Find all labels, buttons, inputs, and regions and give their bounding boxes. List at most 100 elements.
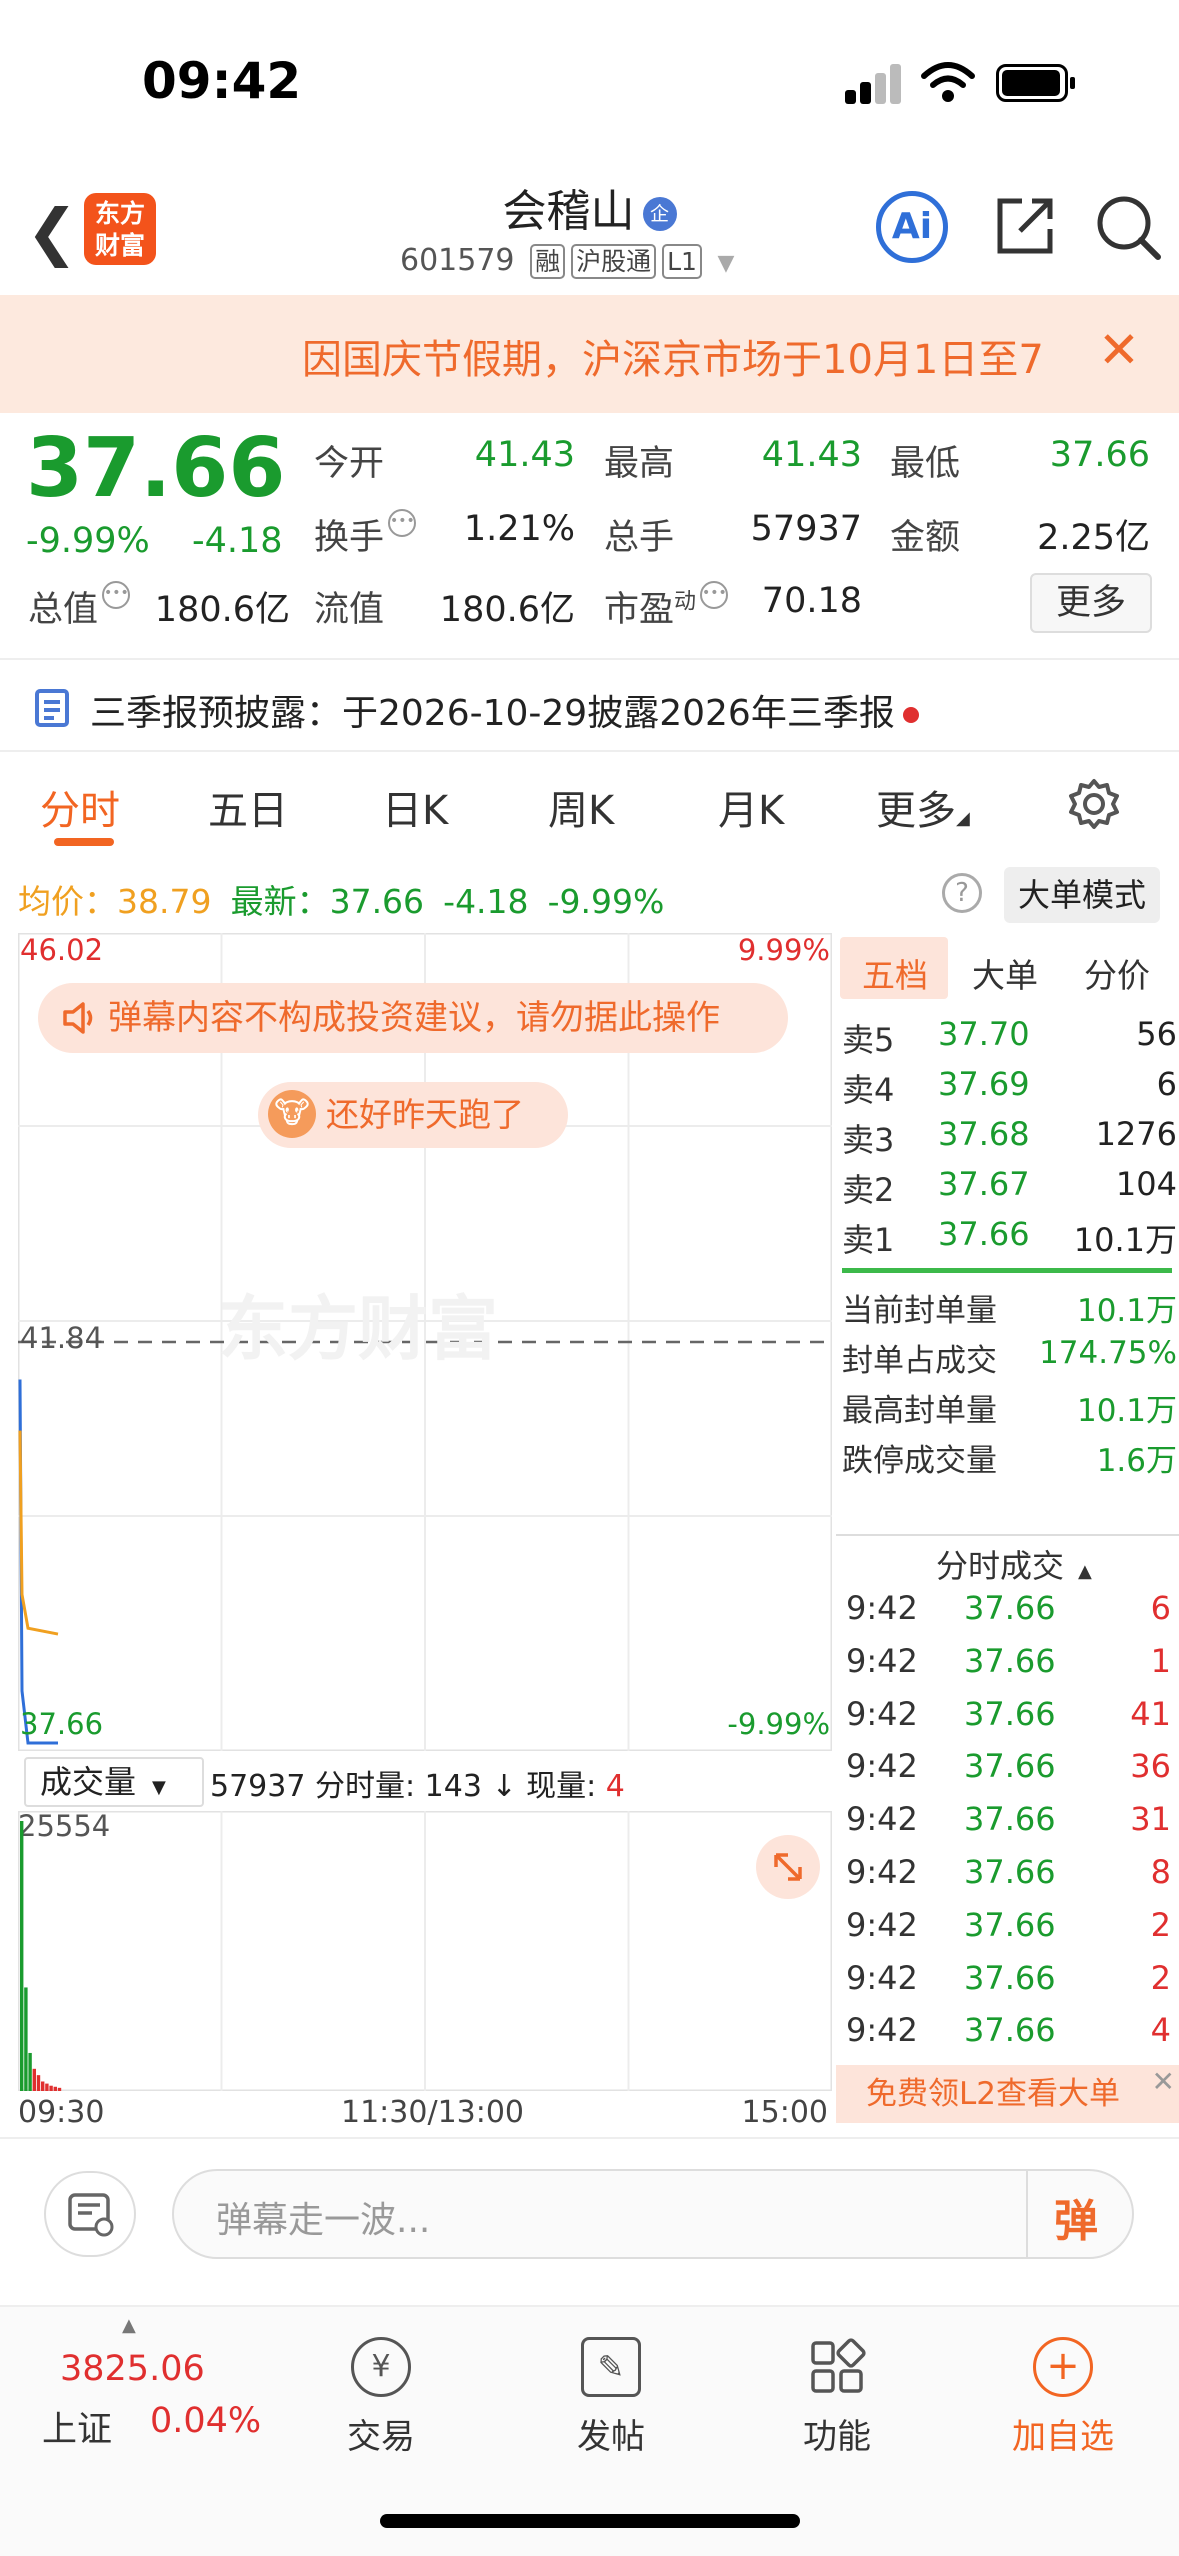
send-danmu-button[interactable]: 弹 xyxy=(1054,2185,1098,2249)
stock-code-row[interactable]: 601579 融沪股通 L1 ▼ xyxy=(400,243,734,279)
tab-more[interactable]: 更多◢ xyxy=(876,778,970,836)
low-value: 37.66 xyxy=(1049,435,1150,475)
bottom-price-label: 37.66 xyxy=(20,1707,104,1741)
volume-header: 成交量 ▼ 57937 分时量: 143 ↓ 现量: 4 xyxy=(18,1751,832,1811)
earnings-notice[interactable]: 三季报预披露：于2026-10-29披露2026年三季报 xyxy=(0,660,1179,758)
index-pct: 0.04% xyxy=(150,2401,262,2441)
settings-gear-icon[interactable] xyxy=(1068,778,1120,830)
l2-promo-text: 免费领L2查看大单 xyxy=(866,2076,1120,2112)
open-label: 今开 xyxy=(314,444,385,484)
seal-info-label: 跌停成交量 xyxy=(842,1443,997,1479)
divider xyxy=(842,1268,1172,1273)
tab-daily-k[interactable]: 日K xyxy=(382,778,448,836)
ask-row[interactable]: 卖4 37.69 6 xyxy=(842,1065,1177,1115)
danmu-placeholder: 弹幕走一波... xyxy=(216,2200,431,2241)
ask-volume: 10.1万 xyxy=(1073,1221,1177,1259)
notice-text: 三季报预披露：于2026-10-29披露2026年三季报 xyxy=(90,684,919,736)
tab-intraday[interactable]: 分时 xyxy=(40,778,120,836)
quote-panel: 37.66 -9.99% -4.18 今开 41.43 最高 41.43 最低 … xyxy=(0,413,1179,658)
ask-price: 37.68 xyxy=(938,1115,1030,1153)
current-volume-label: 现量: xyxy=(526,1769,597,1804)
info-dots-icon[interactable]: ••• xyxy=(102,581,131,609)
tab-price-split[interactable]: 分价 xyxy=(1084,949,1150,997)
tick-time: 9:42 xyxy=(846,1853,918,1891)
grid-icon xyxy=(807,2337,867,2397)
tab-five-day[interactable]: 五日 xyxy=(208,778,288,836)
time-close-label: 15:00 xyxy=(741,2095,828,2130)
volume-bar xyxy=(53,2086,57,2091)
big-order-mode-button[interactable]: 大单模式 xyxy=(1004,867,1160,923)
search-icon[interactable] xyxy=(1094,193,1162,261)
seal-info-label: 封单占成交 xyxy=(842,1343,997,1379)
volume-label: 总手 xyxy=(604,518,675,558)
ask-row[interactable]: 卖5 37.70 56 xyxy=(842,1015,1177,1065)
volume-bar xyxy=(36,2075,41,2091)
info-dots-icon[interactable]: ••• xyxy=(388,509,417,537)
price-summary: 均价：38.79 最新：37.66 -4.18 -9.99% xyxy=(18,875,664,923)
turnover-label: 换手 ••• xyxy=(314,509,417,560)
ask-row[interactable]: 卖2 37.67 104 xyxy=(842,1165,1177,1215)
danmu-settings-icon[interactable] xyxy=(44,2171,136,2257)
danmu-disclaimer: 弹幕内容不构成投资建议，请勿据此操作 xyxy=(38,983,788,1053)
help-icon[interactable]: ? xyxy=(942,873,982,913)
float-label: 流值 xyxy=(314,590,385,630)
ai-icon[interactable]: Ai xyxy=(876,191,948,263)
ask-label: 卖1 xyxy=(842,1221,895,1259)
tick-volume: 41 xyxy=(1130,1694,1171,1733)
amount-label: 金额 xyxy=(890,518,961,558)
cellular-signal-icon xyxy=(845,62,901,104)
volume-total: 57937 xyxy=(210,1769,306,1804)
low-label: 最低 xyxy=(890,444,961,484)
index-ticker[interactable]: ▲ 3825.06 上证 0.04% xyxy=(0,2307,270,2467)
l2-promo[interactable]: 免费领L2查看大单 ✕ xyxy=(836,2065,1179,2123)
ask-price: 37.69 xyxy=(938,1065,1030,1103)
tab-trade[interactable]: ¥ 交易 xyxy=(306,2337,456,2458)
tab-functions[interactable]: 功能 xyxy=(762,2337,912,2458)
ask-volume: 6 xyxy=(1156,1065,1177,1103)
ask-price: 37.66 xyxy=(938,1215,1030,1253)
info-dots-icon[interactable]: ••• xyxy=(700,581,729,609)
ask-row[interactable]: 卖1 37.66 10.1万 xyxy=(842,1215,1177,1265)
holiday-banner: 因国庆节假期，沪深京市场于10月1日至7 ✕ xyxy=(0,295,1179,413)
ticks-title[interactable]: 分时成交 ▲ xyxy=(936,1541,1092,1587)
close-icon[interactable]: ✕ xyxy=(1098,321,1140,379)
ask-label: 卖4 xyxy=(842,1071,895,1109)
tab-five-level[interactable]: 五档 xyxy=(862,949,928,997)
indicator-select[interactable]: 成交量 ▼ xyxy=(24,1757,204,1807)
more-button[interactable]: 更多 xyxy=(1030,573,1152,633)
ask-volume: 1276 xyxy=(1095,1115,1177,1153)
intraday-chart[interactable]: 东方财富 46.02 9.99% 41.84 37.66 -9.99% 2555… xyxy=(18,933,832,1843)
tick-price: 37.66 xyxy=(964,1800,1056,1839)
tab-post[interactable]: ✎ 发帖 xyxy=(536,2337,686,2458)
danmu-input[interactable]: 弹幕走一波... 弹 xyxy=(172,2169,1134,2259)
arrow-down-icon: ↓ xyxy=(491,1769,517,1804)
tab-weekly-k[interactable]: 周K xyxy=(548,778,614,836)
order-book-panel: 五档 大单 分价 卖5 37.70 56 卖4 37.69 6 卖3 37.68 1276 卖2 3… xyxy=(836,933,1179,2123)
pe-label: 市盈动 ••• xyxy=(604,581,729,632)
edit-icon: ✎ xyxy=(581,2337,641,2397)
latest-pct: -9.99% xyxy=(547,882,665,921)
tab-monthly-k[interactable]: 月K xyxy=(718,778,784,836)
chart-tabs: 分时 五日 日K 周K 月K 更多◢ xyxy=(0,752,1179,857)
tab-big-order[interactable]: 大单 xyxy=(972,949,1038,997)
status-time: 09:42 xyxy=(142,52,302,110)
danmu-message[interactable]: 🐮 还好昨天跑了 xyxy=(258,1082,568,1148)
tick-time: 9:42 xyxy=(846,1747,918,1786)
ask-row[interactable]: 卖3 37.68 1276 xyxy=(842,1115,1177,1165)
tick-volume: 36 xyxy=(1130,1747,1171,1786)
tick-time: 9:42 xyxy=(846,1589,918,1627)
share-icon[interactable] xyxy=(992,193,1058,259)
close-icon[interactable]: ✕ xyxy=(1152,2053,1175,2111)
tick-time: 9:42 xyxy=(846,1694,918,1733)
latest-value: 37.66 xyxy=(329,882,425,921)
mktcap-label: 总值 ••• xyxy=(28,581,131,632)
chevron-down-icon[interactable]: ▼ xyxy=(718,251,735,276)
time-mid-label: 11:30/13:00 xyxy=(341,2095,525,2130)
tab-add-watchlist[interactable]: + 加自选 xyxy=(988,2337,1138,2458)
seal-info-label: 当前封单量 xyxy=(842,1293,997,1329)
avatar: 🐮 xyxy=(268,1090,316,1138)
high-value: 41.43 xyxy=(761,435,862,475)
tick-volume: 2 xyxy=(1150,1958,1171,1997)
tick-time: 9:42 xyxy=(846,1800,918,1839)
ask-price: 37.70 xyxy=(938,1015,1030,1053)
